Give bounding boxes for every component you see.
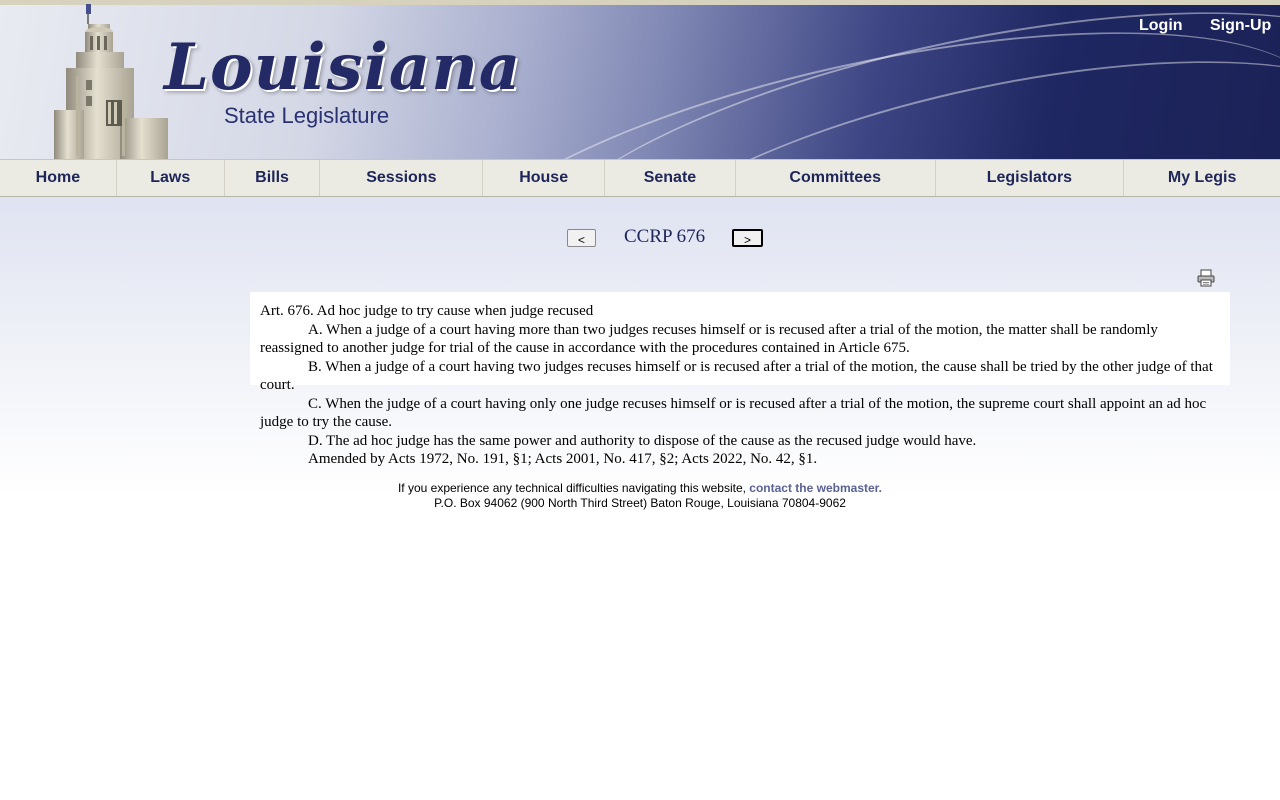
law-paragraph: B. When a judge of a court having two ju… [260, 358, 1213, 394]
footer-help-text: If you experience any technical difficul… [397, 481, 746, 495]
next-law-button[interactable]: > [732, 229, 763, 247]
nav-item-committees[interactable]: Committees [736, 160, 936, 196]
nav-item-house[interactable]: House [483, 160, 606, 196]
contact-webmaster-link[interactable]: contact the webmaster. [749, 481, 882, 495]
nav-item-bills[interactable]: Bills [225, 160, 321, 196]
footer-help-line: If you experience any technical difficul… [0, 481, 1280, 496]
logo-subtitle: State Legislature [224, 103, 390, 128]
logo-title: Louisiana [164, 30, 522, 105]
previous-law-button[interactable]: < [567, 229, 596, 247]
capitol-building-image [54, 4, 168, 160]
footer-address: P.O. Box 94062 (900 North Third Street) … [434, 496, 846, 510]
nav-item-senate[interactable]: Senate [605, 160, 736, 196]
signup-link[interactable]: Sign-Up [1210, 17, 1271, 35]
law-text-panel: Art. 676. Ad hoc judge to try cause when… [250, 292, 1230, 469]
site-banner: Louisiana State Legislature Login Sign-U… [0, 0, 1280, 160]
nav-item-sessions[interactable]: Sessions [320, 160, 484, 196]
law-history-note: Amended by Acts 1972, No. 191, §1; Acts … [308, 451, 818, 467]
nav-item-laws[interactable]: Laws [117, 160, 225, 196]
banner-top-line [0, 0, 1280, 5]
law-paragraph: A. When a judge of a court having more t… [260, 321, 1158, 357]
nav-item-legislators[interactable]: Legislators [936, 160, 1125, 196]
nav-item-my-legis[interactable]: My Legis [1124, 160, 1280, 196]
page-footer: If you experience any technical difficul… [0, 481, 1280, 511]
law-citation-title: CCRP 676 [624, 226, 706, 247]
law-paragraph: D. The ad hoc judge has the same power a… [308, 432, 977, 449]
login-link[interactable]: Login [1139, 17, 1183, 35]
nav-item-home[interactable]: Home [0, 160, 117, 196]
printer-icon[interactable] [1197, 269, 1215, 287]
law-pager: < CCRP 676 > [0, 226, 1280, 252]
main-nav: Home Laws Bills Sessions House Senate Co… [0, 159, 1280, 197]
law-heading: Art. 676. Ad hoc judge to try cause when… [260, 303, 594, 319]
law-paragraph: C. When the judge of a court having only… [260, 395, 1207, 431]
